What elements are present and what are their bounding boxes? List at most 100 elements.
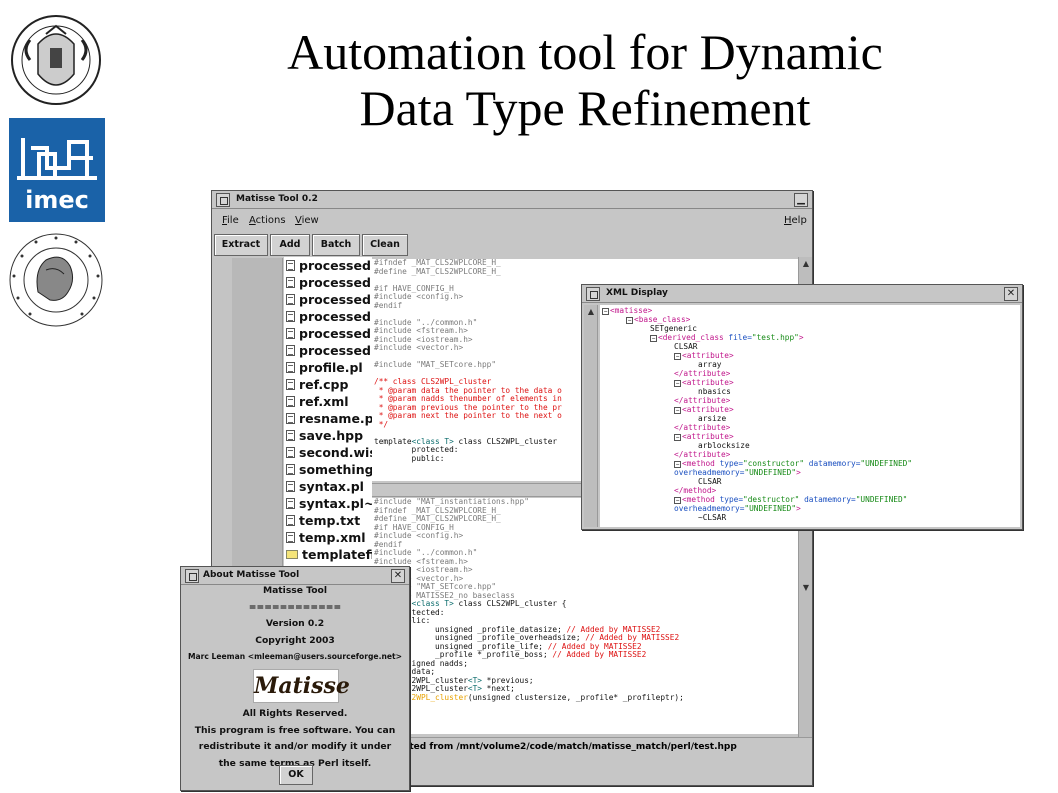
scroll-down-icon[interactable]: ▼ [801,583,811,593]
xml-node[interactable]: − <method type="constructor" datamemory="… [602,459,1020,468]
xml-node[interactable]: overheadmemory="UNDEFINED"> [602,468,1020,477]
file-icon [286,464,295,475]
file-list-item[interactable]: something.c [286,461,372,478]
xml-window-title: XML Display [606,288,668,298]
file-list-item[interactable]: syntax.pl [286,478,372,495]
xml-tree[interactable]: − <matisse> − <base_class> SETgeneric − <deriv… [600,305,1020,527]
xml-node[interactable]: </method> [602,486,1020,495]
xml-node[interactable]: − <base_class> [602,315,1020,324]
xml-title-bar[interactable]: XML Display ✕ [582,285,1022,303]
ucm-seal-logo [11,15,101,105]
xml-node[interactable]: nbasics [602,387,1020,396]
xml-node[interactable]: </attribute> [602,423,1020,432]
file-list-item[interactable]: temp.txt [286,512,372,529]
xml-node[interactable]: − <attribute> [602,432,1020,441]
xml-token: "destructor" [743,495,800,504]
xml-token: "UNDEFINED" [855,495,908,504]
scroll-up-icon[interactable]: ▲ [586,307,596,317]
file-icon [286,311,295,322]
xml-token: datamemory= [804,459,861,468]
ok-button[interactable]: OK [279,765,313,785]
xml-node[interactable]: </attribute> [602,369,1020,378]
xml-node[interactable]: array [602,360,1020,369]
xml-node[interactable]: arblocksize [602,441,1020,450]
xml-node[interactable]: ~CLSAR [602,513,1020,522]
xml-token: "test.hpp" [751,333,799,342]
clean-button[interactable]: Clean [362,234,408,256]
about-author: Marc Leeman <mleeman@users.sourceforge.n… [187,652,403,662]
file-icon [286,447,295,458]
xml-token: "UNDEFINED" [860,459,913,468]
xml-token: file= [728,333,752,342]
xml-node[interactable]: − <derived_class file="test.hpp"> [602,333,1020,342]
collapse-icon[interactable]: − [626,317,633,324]
batch-button[interactable]: Batch [312,234,360,256]
menu-view[interactable]: View [295,215,319,226]
source-view-bottom[interactable]: #include "MAT_instantiations.hpp" #ifndef… [372,498,798,734]
close-icon[interactable]: ✕ [391,569,405,583]
file-list-item[interactable]: second.wish [286,444,372,461]
xml-node[interactable]: − <attribute> [602,351,1020,360]
file-list-item[interactable]: processed.x [286,342,372,359]
collapse-icon[interactable]: − [650,335,657,342]
source-bottom-scrollbar[interactable]: ▲ ▼ [798,497,812,737]
menu-file[interactable]: File [222,215,239,226]
collapse-icon[interactable]: − [674,497,681,504]
xml-node[interactable]: CLSAR [602,477,1020,486]
xml-token: <attribute> [682,432,734,441]
xml-node[interactable]: arsize [602,414,1020,423]
file-name: processed.h [299,309,372,324]
file-list-item[interactable]: ref.cpp [286,376,372,393]
close-icon[interactable]: ✕ [1004,287,1018,301]
collapse-icon[interactable]: − [674,380,681,387]
menu-help[interactable]: Help [784,215,807,226]
xml-scrollbar[interactable]: ▲ [584,305,598,527]
file-name: processed.c [299,258,372,273]
xml-node[interactable]: SETgeneric [602,324,1020,333]
xml-node[interactable]: − <method type="destructor" datamemory="U… [602,495,1020,504]
file-list-item[interactable]: syntax.pl~ [286,495,372,512]
file-list-item[interactable]: templatefile [286,546,372,563]
file-list-item[interactable]: ref.xml [286,393,372,410]
xml-node[interactable]: − <matisse> [602,306,1020,315]
about-version: Version 0.2 [265,618,325,630]
status-text: cted from /mnt/volume2/code/match/matiss… [404,742,737,752]
xml-node[interactable]: </attribute> [602,396,1020,405]
window-menu-button[interactable] [185,569,199,583]
window-menu-button[interactable] [216,193,230,207]
file-name: temp.xml [299,530,366,545]
file-list-item[interactable]: processed.h [286,274,372,291]
menu-actions[interactable]: Actions [249,215,286,226]
collapse-icon[interactable]: − [674,353,681,360]
collapse-icon[interactable]: − [674,407,681,414]
extract-button[interactable]: Extract [214,234,268,256]
xml-token: > [796,468,801,477]
file-list-item[interactable]: profile.pl [286,359,372,376]
scroll-up-icon[interactable]: ▲ [801,259,811,269]
file-list-item[interactable]: processed.p [286,325,372,342]
collapse-icon[interactable]: − [674,434,681,441]
xml-token: <method [682,459,720,468]
file-list-item[interactable]: processed.h [286,291,372,308]
file-list-item[interactable]: processed.h [286,308,372,325]
file-list-item[interactable]: resname.pl [286,410,372,427]
xml-node[interactable]: − <attribute> [602,378,1020,387]
xml-node[interactable]: </attribute> [602,450,1020,459]
code-line: unsigned nadds; [374,659,798,669]
xml-node[interactable]: overheadmemory="UNDEFINED"> [602,504,1020,513]
main-title-bar[interactable]: Matisse Tool 0.2 ▁ [212,191,812,209]
xml-node[interactable]: − <attribute> [602,405,1020,414]
collapse-icon[interactable]: − [674,461,681,468]
add-button[interactable]: Add [270,234,310,256]
xml-token: <method [682,495,720,504]
window-menu-button[interactable] [586,287,600,301]
minimize-icon[interactable]: ▁ [794,193,808,207]
code-token: * @param next the pointer to the next o [374,411,562,420]
about-license-1: This program is free software. You can [194,724,396,736]
file-list-item[interactable]: save.hpp [286,427,372,444]
xml-node[interactable]: CLSAR [602,342,1020,351]
file-list[interactable]: processed.c processed.h processed.h process… [284,257,372,575]
collapse-icon[interactable]: − [602,308,609,315]
file-list-item[interactable]: temp.xml [286,529,372,546]
file-list-item[interactable]: processed.c [286,257,372,274]
